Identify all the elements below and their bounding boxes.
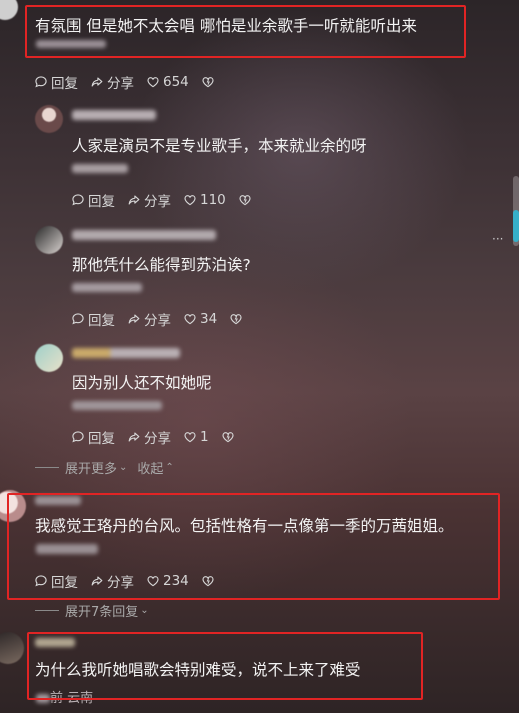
chevron-down-icon: ⌄ xyxy=(140,605,149,616)
comment-meta xyxy=(72,164,128,173)
comment-meta xyxy=(36,544,98,554)
username[interactable] xyxy=(72,230,216,240)
comment-text: 为什么我听她唱歌会特别难受，说不上来了难受 xyxy=(35,661,361,679)
username[interactable] xyxy=(35,496,81,505)
heart-icon xyxy=(183,430,197,444)
comment-text: 我感觉王珞丹的台风。包括性格有一点像第一季的万茜姐姐。 xyxy=(35,517,454,535)
reply-label: 回复 xyxy=(88,194,115,210)
dislike-icon xyxy=(201,75,215,89)
comment-meta-text: 前 云南 xyxy=(50,691,94,706)
avatar[interactable] xyxy=(35,105,63,133)
like-count: 110 xyxy=(200,192,226,208)
comment-meta xyxy=(72,401,162,410)
comment-text: 有氛围 但是她不太会唱 哪怕是业余歌手一听就能听出来 xyxy=(35,17,417,35)
comment-icon xyxy=(71,312,85,326)
avatar[interactable] xyxy=(0,490,26,522)
avatar[interactable] xyxy=(0,632,24,664)
comment-text: 因为别人还不如她呢 xyxy=(72,374,212,392)
like-button[interactable]: 110 xyxy=(183,192,226,208)
dislike-button[interactable] xyxy=(221,430,238,444)
dislike-icon xyxy=(221,430,235,444)
more-options-icon[interactable]: ··· xyxy=(492,232,503,246)
reply-button[interactable]: 回复 xyxy=(71,427,115,447)
expand-replies-row: 展开7条回复 ⌄ xyxy=(35,601,149,620)
dislike-button[interactable] xyxy=(229,312,246,326)
divider xyxy=(35,610,59,611)
comment-meta: 前 云南 xyxy=(36,687,93,706)
like-button[interactable]: 1 xyxy=(183,429,209,445)
comment-icon xyxy=(71,430,85,444)
reply-button[interactable]: 回复 xyxy=(71,309,115,329)
heart-icon xyxy=(183,312,197,326)
like-count: 34 xyxy=(200,311,218,327)
comment-actions: 回复 分享 34 xyxy=(71,309,258,329)
divider xyxy=(35,467,59,468)
share-label: 分享 xyxy=(144,431,171,447)
share-label: 分享 xyxy=(107,575,134,591)
avatar[interactable] xyxy=(35,344,63,372)
share-icon xyxy=(90,75,104,89)
heart-icon xyxy=(146,75,160,89)
share-icon xyxy=(127,193,141,207)
reply-button[interactable]: 回复 xyxy=(34,72,78,92)
share-button[interactable]: 分享 xyxy=(127,190,171,210)
like-count: 654 xyxy=(163,74,189,90)
dislike-button[interactable] xyxy=(201,574,218,588)
heart-icon xyxy=(146,574,160,588)
like-count: 234 xyxy=(163,573,189,589)
collapse-link[interactable]: 收起 xyxy=(137,458,163,477)
reply-button[interactable]: 回复 xyxy=(71,190,115,210)
like-button[interactable]: 234 xyxy=(146,573,189,589)
share-label: 分享 xyxy=(144,194,171,210)
reply-label: 回复 xyxy=(88,313,115,329)
expand-replies-row: 展开更多 ⌄ 收起 ⌃ xyxy=(35,458,174,477)
avatar[interactable] xyxy=(0,0,18,20)
share-label: 分享 xyxy=(144,313,171,329)
reply-label: 回复 xyxy=(51,76,78,92)
comment-actions: 回复 分享 234 xyxy=(34,571,230,591)
expand-more-link[interactable]: 展开更多 xyxy=(65,458,117,477)
username[interactable] xyxy=(72,348,180,358)
time-redacted xyxy=(36,694,50,703)
heart-icon xyxy=(183,193,197,207)
comment-actions: 回复 分享 654 xyxy=(34,72,230,92)
dislike-icon xyxy=(201,574,215,588)
scrollbar-thumb[interactable] xyxy=(513,210,519,242)
share-icon xyxy=(127,312,141,326)
share-button[interactable]: 分享 xyxy=(90,72,134,92)
comment-meta xyxy=(36,40,106,48)
chevron-up-icon: ⌃ xyxy=(165,462,174,473)
share-button[interactable]: 分享 xyxy=(90,571,134,591)
comment-icon xyxy=(34,75,48,89)
comment-meta xyxy=(72,283,142,292)
reply-label: 回复 xyxy=(88,431,115,447)
comment-actions: 回复 分享 110 xyxy=(71,190,267,210)
comment-text: 那他凭什么能得到苏泊诶? xyxy=(72,256,251,274)
comment-icon xyxy=(34,574,48,588)
dislike-button[interactable] xyxy=(238,193,255,207)
share-icon xyxy=(90,574,104,588)
expand-replies-link[interactable]: 展开7条回复 xyxy=(65,601,138,620)
reply-button[interactable]: 回复 xyxy=(34,571,78,591)
comment-text: 人家是演员不是专业歌手，本来就业余的呀 xyxy=(72,137,367,155)
like-button[interactable]: 654 xyxy=(146,74,189,90)
dislike-icon xyxy=(229,312,243,326)
reply-label: 回复 xyxy=(51,575,78,591)
comment-icon xyxy=(71,193,85,207)
share-button[interactable]: 分享 xyxy=(127,309,171,329)
chevron-down-icon: ⌄ xyxy=(119,462,128,473)
dislike-icon xyxy=(238,193,252,207)
like-button[interactable]: 34 xyxy=(183,311,217,327)
share-icon xyxy=(127,430,141,444)
avatar[interactable] xyxy=(35,226,63,254)
dislike-button[interactable] xyxy=(201,75,218,89)
comment-actions: 回复 分享 1 xyxy=(71,427,250,447)
username[interactable] xyxy=(35,638,75,647)
share-button[interactable]: 分享 xyxy=(127,427,171,447)
like-count: 1 xyxy=(200,429,209,445)
share-label: 分享 xyxy=(107,76,134,92)
username[interactable] xyxy=(72,110,156,120)
